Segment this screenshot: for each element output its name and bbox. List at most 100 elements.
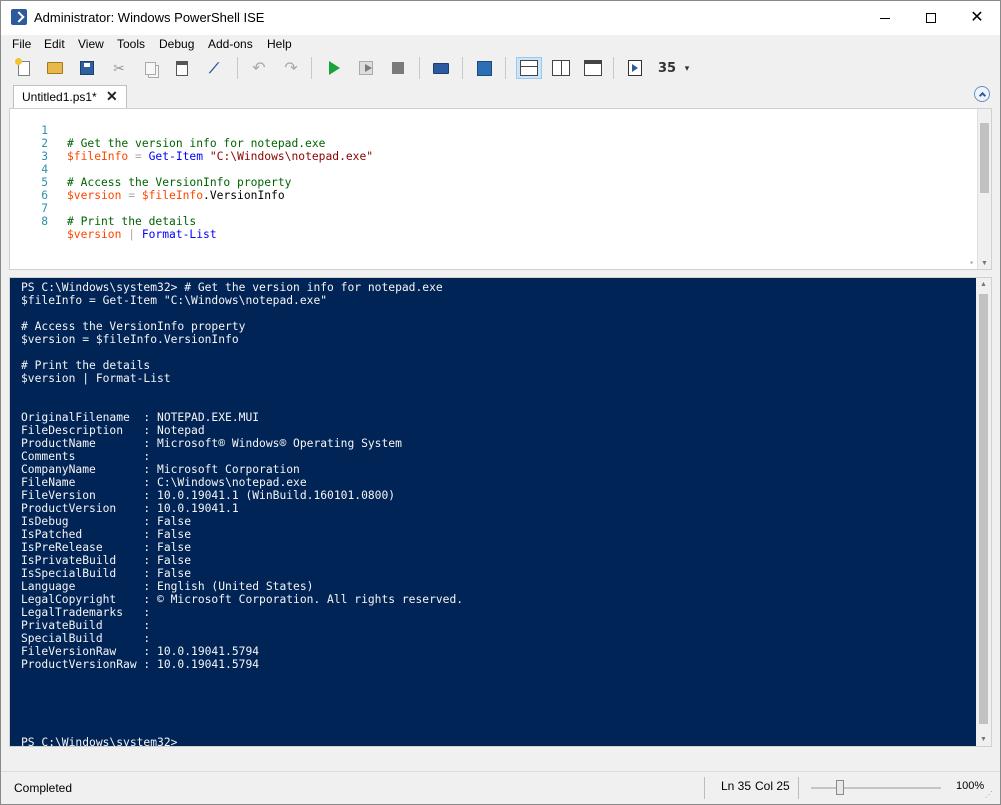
code-operator: | bbox=[121, 228, 142, 241]
console-line: IsDebug : False bbox=[21, 515, 192, 528]
tab-close-icon[interactable]: ✕ bbox=[106, 88, 118, 105]
clear-console-icon: ⟋ bbox=[209, 59, 219, 76]
status-separator bbox=[798, 777, 799, 799]
save-button[interactable] bbox=[76, 57, 98, 79]
layout-top-icon bbox=[520, 60, 538, 76]
console-line: IsSpecialBuild : False bbox=[21, 567, 192, 580]
menu-view[interactable]: View bbox=[78, 37, 104, 51]
console-line: FileVersionRaw : 10.0.19041.5794 bbox=[21, 645, 260, 658]
layout-script-top-button[interactable] bbox=[516, 57, 542, 79]
console-line: IsPreRelease : False bbox=[21, 541, 192, 554]
menu-tools[interactable]: Tools bbox=[117, 37, 145, 51]
console-line: PrivateBuild : bbox=[21, 619, 158, 632]
maximize-button[interactable] bbox=[908, 1, 954, 35]
cursor-column: Col 25 bbox=[755, 779, 790, 793]
cut-icon: ✂ bbox=[113, 59, 125, 76]
console-line: LegalTrademarks : bbox=[21, 606, 158, 619]
collapse-script-pane-button[interactable] bbox=[974, 86, 990, 102]
run-script-button[interactable] bbox=[323, 57, 345, 79]
line-number: 8 bbox=[41, 215, 48, 228]
new-script-button[interactable] bbox=[13, 57, 35, 79]
code-comment: # Print the details bbox=[67, 215, 197, 228]
command-addon-button[interactable]: 35 bbox=[656, 57, 678, 79]
redo-button[interactable]: ↷ bbox=[280, 57, 302, 79]
clear-console-button[interactable]: ⟋ bbox=[203, 57, 225, 79]
open-folder-icon bbox=[47, 62, 63, 74]
console-line: IsPatched : False bbox=[21, 528, 192, 541]
console-line: FileName : C:\Windows\notepad.exe bbox=[21, 476, 307, 489]
cut-button[interactable]: ✂ bbox=[108, 57, 130, 79]
console-line: # Print the details bbox=[21, 359, 151, 372]
new-remote-tab-button[interactable] bbox=[430, 57, 452, 79]
powershell-app-icon bbox=[11, 9, 27, 25]
script-tab-strip: Untitled1.ps1* ✕ bbox=[1, 81, 1000, 108]
code-line: 1 # Get the version info for notepad.exe bbox=[10, 111, 970, 150]
script-vertical-scrollbar[interactable]: ▼ bbox=[977, 109, 991, 269]
console-line: $version = $fileInfo.VersionInfo bbox=[21, 333, 239, 346]
menu-help[interactable]: Help bbox=[267, 37, 292, 51]
show-commands-button[interactable] bbox=[624, 57, 646, 79]
code-line: 8 $version | Format-List bbox=[10, 202, 970, 241]
stop-button[interactable] bbox=[387, 57, 409, 79]
menu-add-ons[interactable]: Add-ons bbox=[208, 37, 253, 51]
console-line: LegalCopyright : © Microsoft Corporation… bbox=[21, 593, 464, 606]
open-button[interactable] bbox=[44, 57, 66, 79]
console-line: # Access the VersionInfo property bbox=[21, 320, 246, 333]
console-pane[interactable]: PS C:\Windows\system32> # Get the versio… bbox=[9, 277, 992, 749]
code-line: 4 # Access the VersionInfo property bbox=[10, 150, 970, 189]
console-vertical-scrollbar[interactable]: ▲ ▼ bbox=[976, 278, 991, 746]
stop-icon bbox=[392, 62, 404, 74]
menu-file[interactable]: File bbox=[12, 37, 31, 51]
scroll-down-icon[interactable]: ▼ bbox=[981, 260, 988, 267]
menu-debug[interactable]: Debug bbox=[159, 37, 194, 51]
toolbar-separator bbox=[419, 57, 420, 79]
zoom-slider-thumb[interactable] bbox=[836, 780, 844, 795]
tab-untitled1[interactable]: Untitled1.ps1* ✕ bbox=[13, 85, 127, 108]
run-icon bbox=[328, 61, 340, 75]
undo-button[interactable]: ↶ bbox=[248, 57, 270, 79]
console-line: PS C:\Windows\system32> bbox=[21, 736, 178, 749]
maximize-icon bbox=[926, 13, 936, 23]
chevron-down-icon: ▾ bbox=[684, 62, 690, 73]
command-addon-icon: 35 bbox=[657, 60, 677, 76]
paste-icon bbox=[176, 60, 188, 76]
close-button[interactable]: ✕ bbox=[954, 1, 1000, 35]
console-line: $version | Format-List bbox=[21, 372, 171, 385]
resize-corner-icon: ▪ bbox=[970, 258, 973, 267]
layout-script-maximized-button[interactable] bbox=[580, 57, 606, 79]
layout-script-right-button[interactable] bbox=[548, 57, 574, 79]
code-line: 2 $fileInfo = Get-Item "C:\Windows\notep… bbox=[10, 124, 970, 163]
copy-icon bbox=[144, 61, 156, 75]
code-line: 6 bbox=[10, 176, 970, 202]
remote-powershell-icon bbox=[433, 62, 449, 74]
run-selection-button[interactable] bbox=[355, 57, 377, 79]
chevron-up-icon bbox=[978, 91, 986, 100]
powershell-console-icon bbox=[476, 60, 492, 76]
console-line: ProductVersionRaw : 10.0.19041.5794 bbox=[21, 658, 260, 671]
toolbar-overflow-button[interactable]: ▾ bbox=[681, 57, 693, 79]
minimize-button[interactable] bbox=[862, 1, 908, 35]
console-line: ProductName : Microsoft® Windows® Operat… bbox=[21, 437, 402, 450]
script-editor-pane[interactable]: 1 # Get the version info for notepad.exe… bbox=[9, 108, 992, 270]
console-output: PS C:\Windows\system32> # Get the versio… bbox=[21, 281, 971, 749]
zoom-slider-track[interactable] bbox=[811, 787, 941, 789]
resize-grip-icon[interactable]: ⋰ bbox=[985, 790, 995, 800]
scrollbar-thumb[interactable] bbox=[980, 123, 989, 193]
scroll-down-icon[interactable]: ▼ bbox=[980, 736, 987, 743]
console-line: PS C:\Windows\system32> # Get the versio… bbox=[21, 281, 443, 294]
code-line: 7 # Print the details bbox=[10, 189, 970, 228]
scrollbar-thumb[interactable] bbox=[979, 294, 988, 724]
code-command: Format-List bbox=[141, 228, 217, 241]
scroll-up-icon[interactable]: ▲ bbox=[980, 281, 987, 288]
toolbar: ✂ ⟋ ↶ ↷ 35 ▾ bbox=[1, 54, 1000, 81]
copy-button[interactable] bbox=[139, 57, 161, 79]
paste-button[interactable] bbox=[171, 57, 193, 79]
menu-edit[interactable]: Edit bbox=[44, 37, 65, 51]
start-powershell-button[interactable] bbox=[473, 57, 495, 79]
run-selection-icon bbox=[359, 61, 373, 75]
save-icon bbox=[80, 61, 94, 75]
toolbar-separator bbox=[462, 57, 463, 79]
title-bar[interactable]: Administrator: Windows PowerShell ISE ✕ bbox=[1, 1, 1000, 35]
